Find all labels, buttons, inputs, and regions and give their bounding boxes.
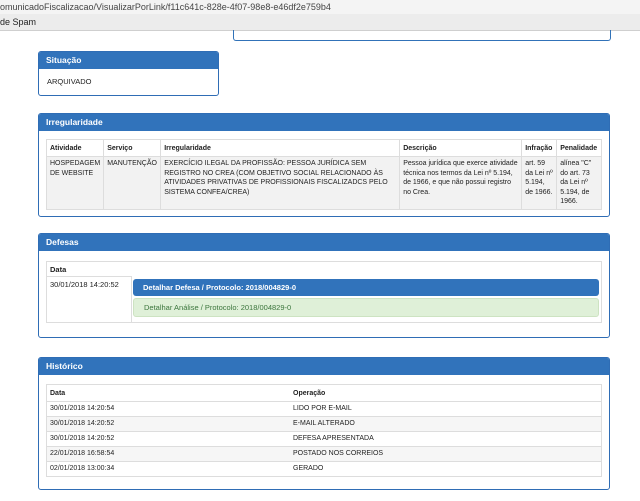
table-row: HOSPEDAGEM DE WEBSITE MANUTENÇÃO EXERCÍC… [46, 156, 602, 209]
cell-descricao: Pessoa jurídica que exerce atividade téc… [399, 156, 523, 209]
irregularidade-panel: Irregularidade Atividade Serviço Irregul… [38, 113, 610, 217]
historico-panel: Histórico Data Operação 30/01/2018 14:20… [38, 357, 610, 490]
cell-penalidade: alínea "C" do art. 73 da Lei nº 5.194, d… [556, 156, 602, 209]
historico-title: Histórico [39, 358, 609, 375]
url-text: omunicadoFiscalizacao/VisualizarPorLink/… [0, 2, 331, 12]
historico-table: Data Operação 30/01/2018 14:20:54 LIDO P… [46, 384, 602, 477]
cell-data: 30/01/2018 14:20:54 [46, 401, 290, 417]
cell-data: 30/01/2018 14:20:52 [46, 431, 290, 447]
detalhar-analise-button[interactable]: Detalhar Análise / Protocolo: 2018/00482… [133, 298, 599, 317]
col-atividade: Atividade [46, 139, 105, 157]
col-descricao: Descrição [399, 139, 523, 157]
detalhar-defesa-button[interactable]: Detalhar Defesa / Protocolo: 2018/004829… [133, 279, 599, 296]
col-irregularidade: Irregularidade [160, 139, 401, 157]
defesas-panel: Defesas Data 30/01/2018 14:20:52 Detalha… [38, 233, 610, 338]
table-row: 02/01/2018 13:00:34 GERADO [46, 461, 602, 477]
table-row: 30/01/2018 14:20:54 LIDO POR E-MAIL [46, 401, 602, 417]
cell-operacao: GERADO [290, 461, 602, 477]
address-bar[interactable]: omunicadoFiscalizacao/VisualizarPorLink/… [0, 0, 640, 14]
defesas-date-header: Data [50, 265, 67, 274]
defesas-date: 30/01/2018 14:20:52 [50, 280, 119, 289]
cell-operacao: POSTADO NOS CORREIOS [290, 446, 602, 462]
cell-data: 30/01/2018 14:20:52 [46, 416, 290, 432]
bookmarks-bar: de Spam [0, 14, 640, 31]
col-servico: Serviço [103, 139, 162, 157]
cell-operacao: E-MAIL ALTERADO [290, 416, 602, 432]
situacao-panel: Situação ARQUIVADO [38, 51, 219, 96]
table-row: 30/01/2018 14:20:52 DEFESA APRESENTADA [46, 431, 602, 447]
col-penalidade: Penalidade [556, 139, 602, 157]
table-row: 30/01/2018 14:20:52 E-MAIL ALTERADO [46, 416, 602, 432]
irregularidade-table: Atividade Serviço Irregularidade Descriç… [46, 139, 602, 210]
cell-irregularidade: EXERCÍCIO ILEGAL DA PROFISSÃO: PESSOA JU… [160, 156, 401, 209]
table-row: 22/01/2018 16:58:54 POSTADO NOS CORREIOS [46, 446, 602, 462]
bookmark-item[interactable]: de Spam [0, 17, 36, 27]
partial-panel [233, 30, 611, 41]
cell-infracao: art. 59 da Lei nº 5.194, de 1966. [521, 156, 558, 209]
situacao-title: Situação [39, 52, 218, 69]
col-infracao: Infração [521, 139, 558, 157]
cell-data: 02/01/2018 13:00:34 [46, 461, 290, 477]
situacao-value: ARQUIVADO [47, 77, 92, 86]
col-operacao: Operação [290, 384, 602, 402]
defesas-title: Defesas [39, 234, 609, 251]
cell-servico: MANUTENÇÃO [103, 156, 162, 209]
cell-atividade: HOSPEDAGEM DE WEBSITE [46, 156, 105, 209]
cell-operacao: DEFESA APRESENTADA [290, 431, 602, 447]
col-data: Data [46, 384, 290, 402]
cell-operacao: LIDO POR E-MAIL [290, 401, 602, 417]
cell-data: 22/01/2018 16:58:54 [46, 446, 290, 462]
irregularidade-title: Irregularidade [39, 114, 609, 131]
